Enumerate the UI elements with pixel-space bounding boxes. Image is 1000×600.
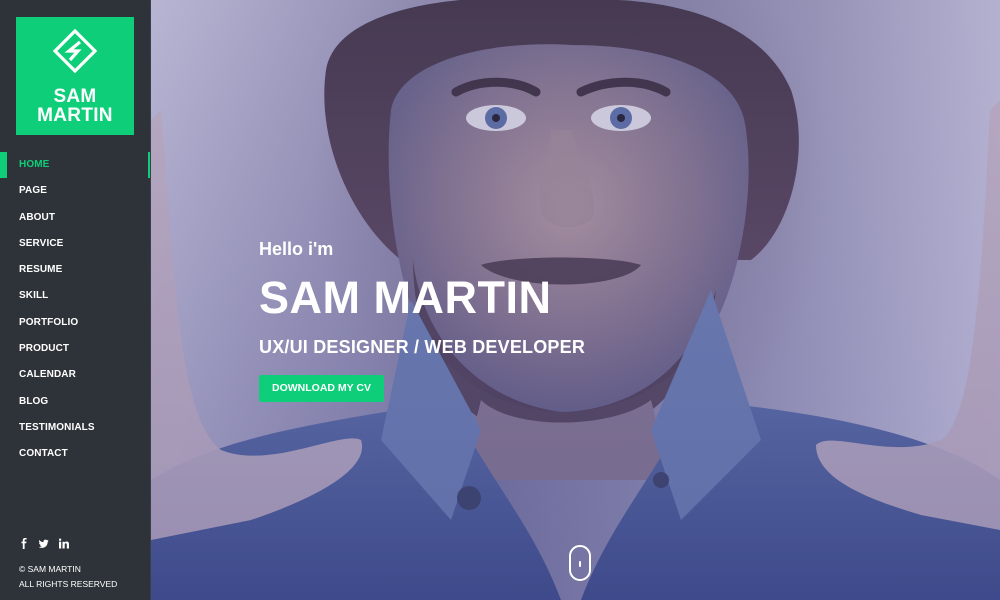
brand-logo[interactable]: SAM MARTIN [16, 17, 134, 135]
scroll-mouse-icon[interactable] [569, 545, 591, 581]
page: SAM MARTIN HOME PAGE ABOUT SERVICE RESUM… [0, 0, 1000, 600]
copyright: © SAM MARTIN ALL RIGHTS RESERVED [19, 562, 117, 592]
diamond-s-logo-icon [53, 29, 97, 73]
nav-item-blog[interactable]: BLOG [0, 389, 151, 415]
download-cv-button[interactable]: DOWNLOAD MY CV [259, 375, 384, 402]
brand-name-line2: MARTIN [37, 105, 113, 126]
hero-greeting: Hello i'm [259, 239, 334, 259]
brand-name: SAM MARTIN [16, 87, 134, 125]
nav-item-skill[interactable]: SKILL [0, 283, 151, 309]
social-links [19, 538, 69, 549]
linkedin-icon[interactable] [59, 538, 69, 549]
rights-reserved-line: ALL RIGHTS RESERVED [19, 579, 118, 589]
nav-item-product[interactable]: PRODUCT [0, 336, 151, 362]
nav-item-service[interactable]: SERVICE [0, 231, 151, 257]
copyright-line: © SAM MARTIN [19, 564, 81, 574]
nav-item-resume[interactable]: RESUME [0, 257, 151, 283]
nav-item-page[interactable]: PAGE [0, 178, 151, 204]
main-nav: HOME PAGE ABOUT SERVICE RESUME SKILL POR… [0, 152, 151, 468]
nav-item-calendar[interactable]: CALENDAR [0, 362, 151, 388]
brand-name-line1: SAM [53, 86, 97, 107]
hero-intro: Hello i'm SAM MARTIN UX/UI DESIGNER / WE… [259, 237, 779, 402]
hero-role: UX/UI DESIGNER / WEB DEVELOPER [259, 337, 586, 357]
nav-item-testimonials[interactable]: TESTIMONIALS [0, 415, 151, 441]
sidebar: SAM MARTIN HOME PAGE ABOUT SERVICE RESUM… [0, 0, 151, 600]
nav-item-home[interactable]: HOME [0, 152, 151, 179]
nav-item-contact[interactable]: CONTACT [0, 441, 151, 467]
nav-item-about[interactable]: ABOUT [0, 205, 151, 231]
nav-item-portfolio[interactable]: PORTFOLIO [0, 310, 151, 336]
hero-name: SAM MARTIN [259, 272, 552, 323]
twitter-icon[interactable] [39, 538, 49, 549]
facebook-icon[interactable] [19, 538, 29, 549]
hero-section: Hello i'm SAM MARTIN UX/UI DESIGNER / WE… [151, 0, 1000, 600]
